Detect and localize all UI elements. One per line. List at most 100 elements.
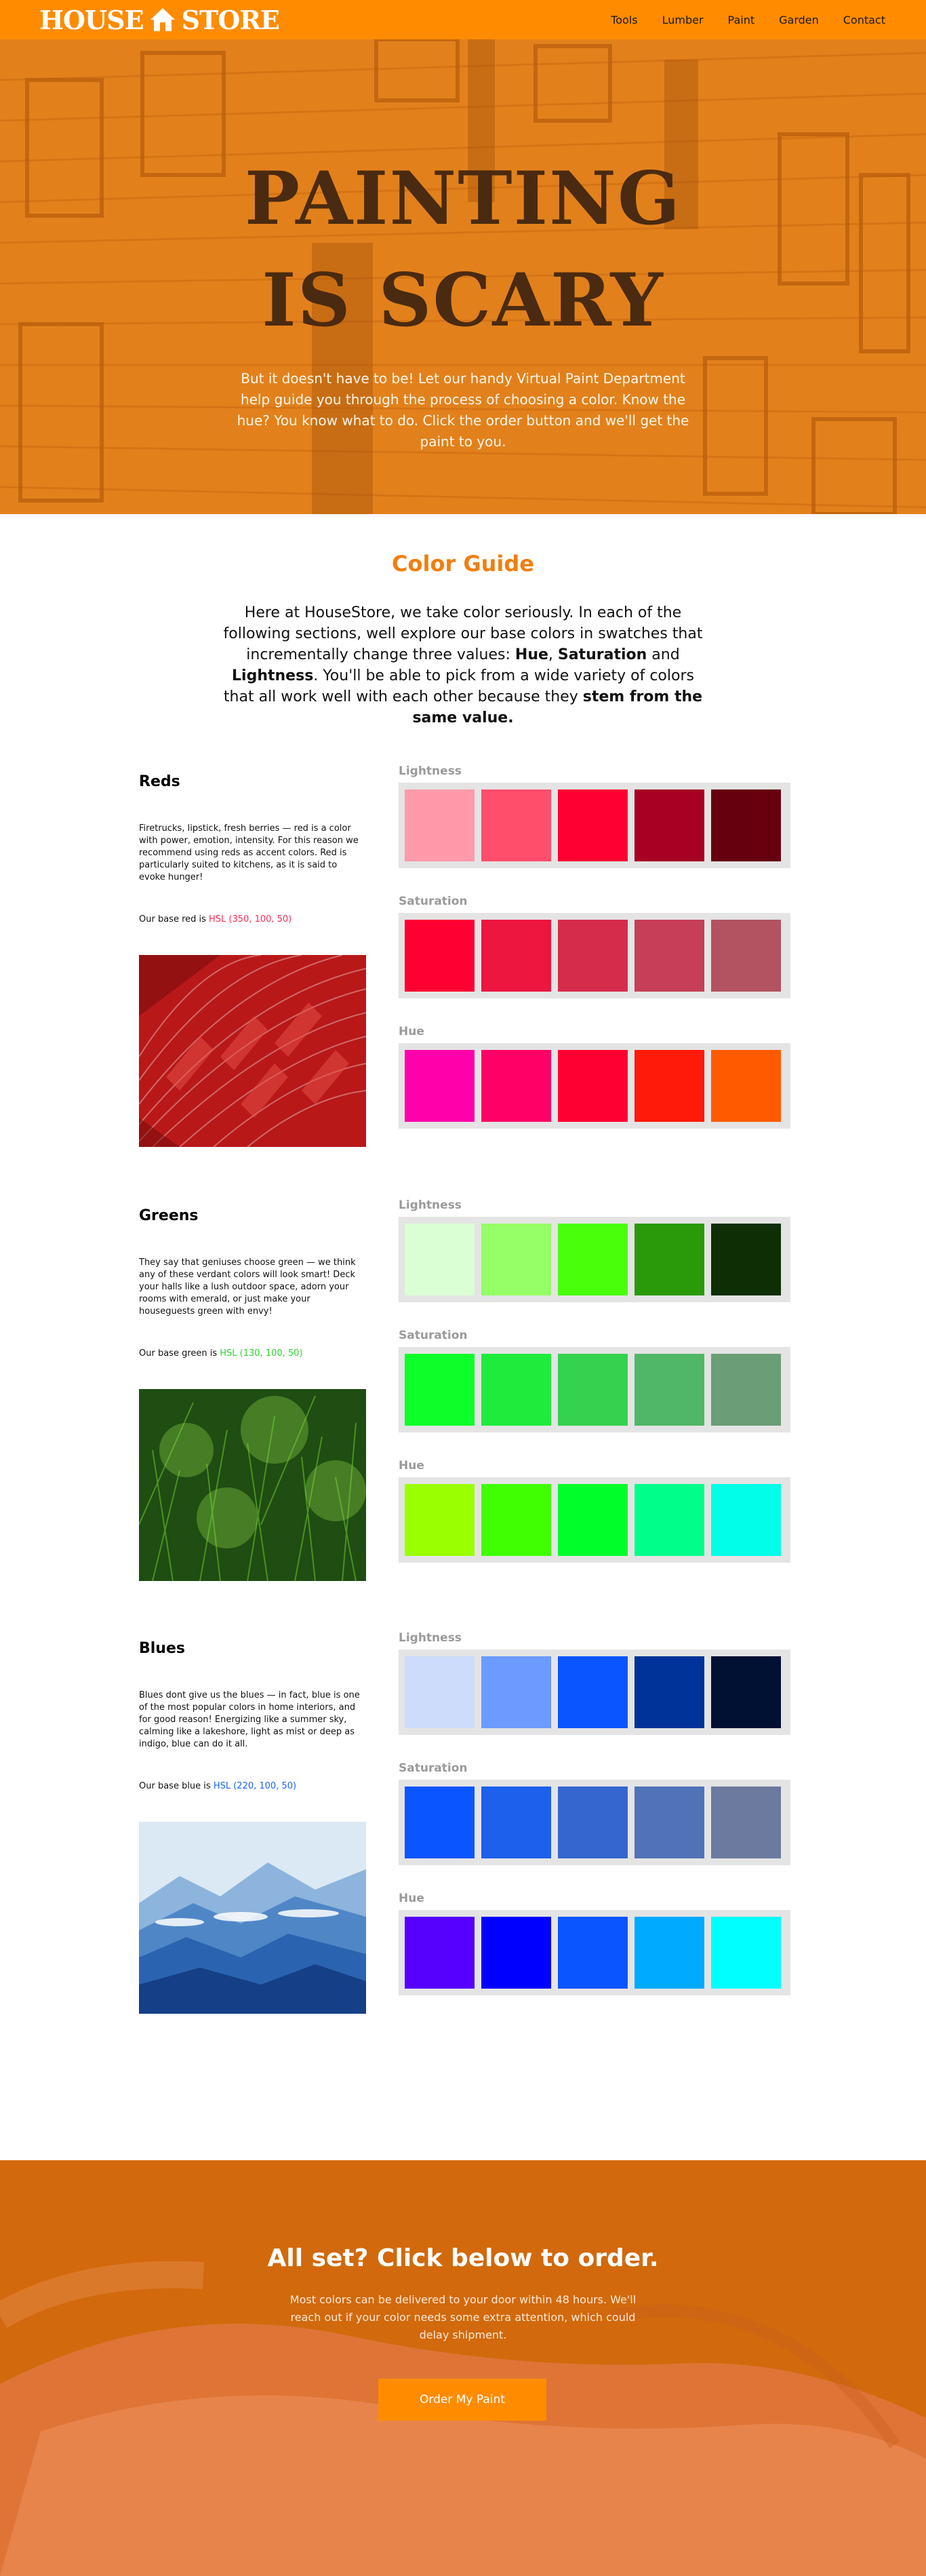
lightness-label: Lightness [399, 1631, 462, 1645]
swatch[interactable] [635, 1484, 704, 1556]
section-description: They say that geniuses choose green — we… [139, 1257, 356, 1316]
swatch[interactable] [635, 1656, 704, 1728]
swatch-rows: Lightness Saturation Hue [399, 764, 790, 1154]
swatch[interactable] [711, 1354, 781, 1426]
base-color-line: Our base red is HSL (350, 100, 50) [139, 914, 292, 924]
swatch[interactable] [635, 1224, 704, 1295]
logo-word-store: STORE [181, 4, 280, 35]
nav-lumber[interactable]: Lumber [662, 14, 704, 26]
base-color-line: Our base blue is HSL (220, 100, 50) [139, 1781, 297, 1791]
swatch-rows: Lightness Saturation Hue [399, 1198, 790, 1588]
swatch[interactable] [635, 1354, 704, 1426]
swatch[interactable] [635, 1787, 704, 1858]
hue-swatches [399, 1910, 790, 1995]
hue-swatches [399, 1477, 790, 1563]
saturation-label: Saturation [399, 895, 468, 908]
house-icon [150, 8, 175, 31]
swatch[interactable] [405, 1787, 475, 1858]
swatch[interactable] [711, 920, 781, 992]
swatch[interactable] [481, 1224, 551, 1295]
swatch[interactable] [711, 1484, 781, 1556]
order-section: All set? Click below to order. Most colo… [0, 2160, 926, 2576]
lightness-label: Lightness [399, 1198, 462, 1212]
swatch[interactable] [558, 1656, 628, 1728]
swatch[interactable] [558, 1354, 628, 1426]
red-tiles-photo [139, 955, 366, 1147]
swatch[interactable] [481, 920, 551, 992]
swatch[interactable] [558, 1484, 628, 1556]
swatch[interactable] [711, 1787, 781, 1858]
section-title: Reds [139, 773, 180, 790]
swatch[interactable] [481, 1354, 551, 1426]
swatch[interactable] [481, 1917, 551, 1989]
saturation-label: Saturation [399, 1761, 468, 1775]
hue-emphasis: Hue [515, 646, 548, 663]
swatch[interactable] [405, 789, 475, 861]
section-description: Blues dont give us the blues — in fact, … [139, 1690, 360, 1749]
hero-title: Painting is scary [244, 156, 682, 343]
hero: Painting is scary But it doesn't have to… [0, 39, 926, 514]
order-text: Most colors can be delivered to your doo… [289, 2293, 637, 2341]
swatch[interactable] [481, 1787, 551, 1858]
swatch[interactable] [481, 1050, 551, 1122]
order-my-paint-button[interactable]: Order My Paint [378, 2379, 546, 2421]
swatch[interactable] [711, 1050, 781, 1122]
swatch[interactable] [405, 1656, 475, 1728]
swatch[interactable] [558, 1917, 628, 1989]
swatch[interactable] [711, 789, 781, 861]
hands-background [0, 2160, 926, 2576]
color-guide-text: Here at HouseStore, we take color seriou… [223, 604, 703, 726]
nav-garden[interactable]: Garden [779, 14, 819, 26]
logo[interactable]: HOUSE STORE [39, 4, 280, 35]
swatch[interactable] [635, 1050, 704, 1122]
lightness-swatches [399, 783, 790, 868]
section-reds: Reds Firetrucks, lipstick, fresh berries… [139, 764, 790, 1153]
swatch[interactable] [405, 920, 475, 992]
section-blues: Blues Blues dont give us the blues — in … [139, 1631, 790, 2020]
swatch[interactable] [405, 1484, 475, 1556]
page: HOUSE STORE Tools Lumber Paint Garden Co… [0, 0, 926, 2576]
swatch[interactable] [558, 1787, 628, 1858]
swatch[interactable] [405, 1224, 475, 1295]
saturation-emphasis: Saturation [557, 646, 647, 663]
top-bar: HOUSE STORE Tools Lumber Paint Garden Co… [0, 0, 926, 39]
swatch[interactable] [481, 1656, 551, 1728]
lightness-swatches [399, 1217, 790, 1302]
swatch[interactable] [711, 1224, 781, 1295]
swatch[interactable] [558, 789, 628, 861]
saturation-swatches [399, 1780, 790, 1865]
swatch[interactable] [481, 1484, 551, 1556]
hue-label: Hue [399, 1025, 424, 1038]
hue-label: Hue [399, 1459, 424, 1472]
swatch[interactable] [558, 920, 628, 992]
swatch[interactable] [405, 1354, 475, 1426]
swatch[interactable] [558, 1050, 628, 1122]
section-greens: Greens They say that geniuses choose gre… [139, 1198, 790, 1587]
nav-tools[interactable]: Tools [611, 14, 637, 26]
swatch[interactable] [635, 1917, 704, 1989]
swatch[interactable] [558, 1224, 628, 1295]
swatch[interactable] [405, 1917, 475, 1989]
logo-word-house: HOUSE [39, 4, 144, 35]
swatch[interactable] [405, 1050, 475, 1122]
base-color-value: HSL (220, 100, 50) [213, 1781, 297, 1791]
saturation-swatches [399, 1347, 790, 1432]
swatch[interactable] [635, 920, 704, 992]
nav-paint[interactable]: Paint [728, 14, 755, 26]
swatch[interactable] [635, 789, 704, 861]
green-grass-photo [139, 1389, 366, 1581]
hero-subtitle: But it doesn't have to be! Let our handy… [237, 370, 689, 450]
swatch[interactable] [711, 1656, 781, 1728]
hue-label: Hue [399, 1892, 424, 1905]
section-title: Greens [139, 1207, 199, 1224]
main-nav: Tools Lumber Paint Garden Contact [611, 0, 885, 39]
swatch[interactable] [711, 1917, 781, 1989]
order-title: All set? Click below to order. [267, 2244, 659, 2272]
base-color-value: HSL (350, 100, 50) [209, 914, 292, 924]
saturation-swatches [399, 913, 790, 998]
lightness-label: Lightness [399, 764, 462, 778]
nav-contact[interactable]: Contact [843, 14, 885, 26]
lightness-emphasis: Lightness [232, 667, 314, 684]
swatch[interactable] [481, 789, 551, 861]
section-description: Firetrucks, lipstick, fresh berries — re… [139, 823, 359, 882]
